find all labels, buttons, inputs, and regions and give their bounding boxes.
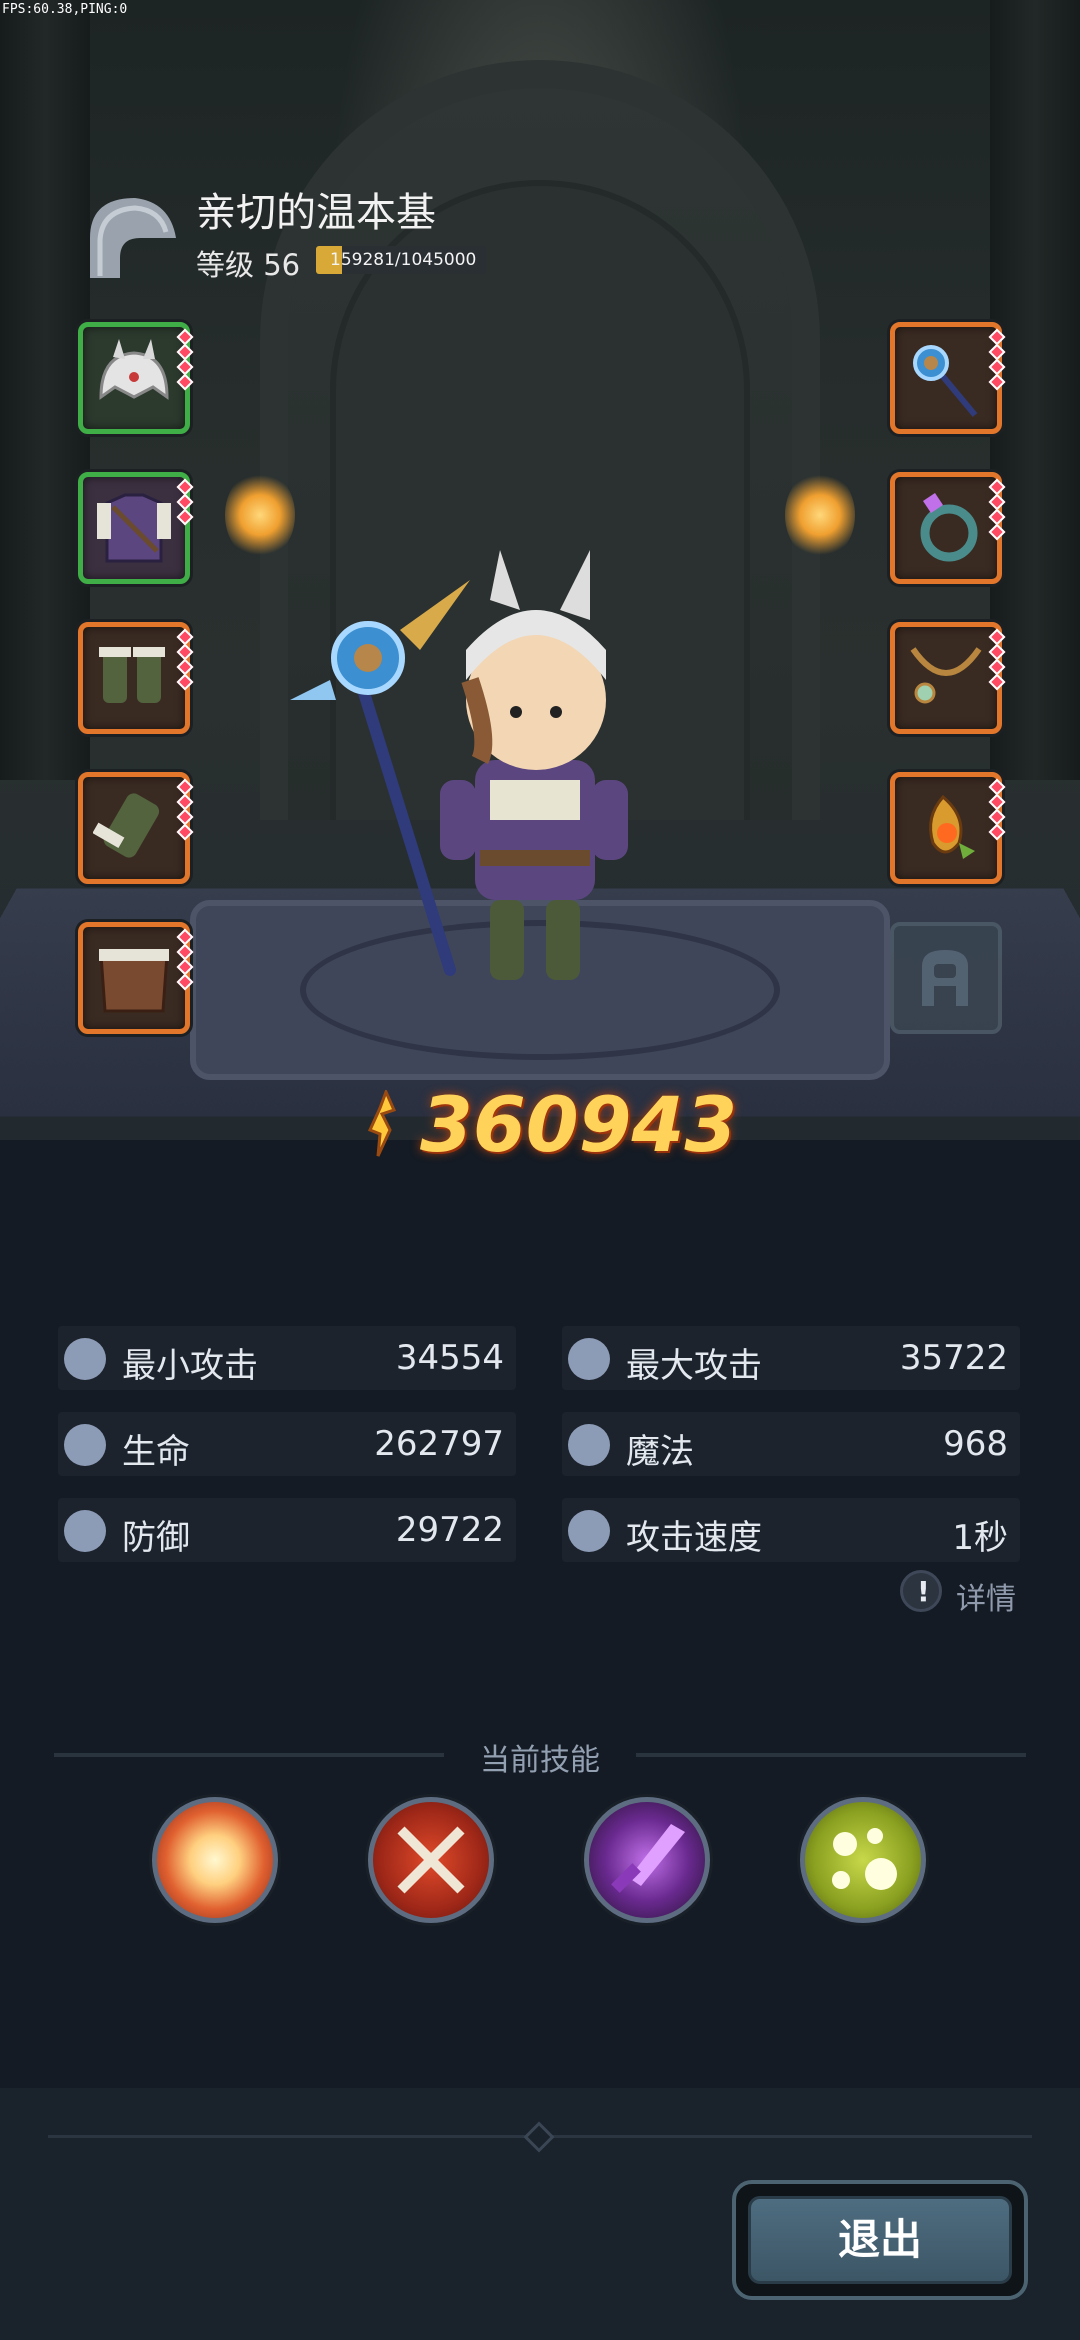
left-pillar bbox=[0, 0, 90, 780]
stat-value: 29722 bbox=[395, 1510, 504, 1550]
player-name: 亲切的温本基 bbox=[196, 190, 436, 236]
crossed-axes-icon bbox=[397, 1826, 465, 1894]
stat-attack-speed: 攻击速度 1秒 bbox=[562, 1498, 1020, 1562]
equip-slot-helmet[interactable] bbox=[78, 322, 194, 434]
enhance-gems bbox=[988, 328, 1006, 391]
magic-icon bbox=[568, 1424, 610, 1466]
staff-icon bbox=[913, 345, 978, 417]
shield-icon bbox=[64, 1510, 106, 1552]
ring-icon bbox=[920, 493, 978, 562]
enhance-gems bbox=[176, 328, 194, 391]
armor-icon bbox=[97, 493, 171, 563]
enhance-gems bbox=[176, 628, 194, 691]
combat-power-value: 360943 bbox=[420, 1080, 738, 1169]
exit-button[interactable]: 退出 bbox=[732, 2180, 1028, 2300]
player-level: 等级 56 bbox=[196, 248, 301, 282]
enhance-gems bbox=[176, 478, 194, 526]
gloves-icon bbox=[93, 793, 160, 858]
speed-icon bbox=[568, 1510, 610, 1552]
stat-value: 34554 bbox=[395, 1338, 504, 1378]
stat-min-attack: 最小攻击 34554 bbox=[58, 1326, 516, 1390]
torch-right-icon bbox=[785, 470, 855, 560]
helmet-class-icon bbox=[90, 198, 176, 278]
necklace-icon bbox=[910, 647, 982, 704]
enhance-gems bbox=[988, 778, 1006, 841]
equip-slot-necklace[interactable] bbox=[890, 622, 1006, 734]
stat-max-attack: 最大攻击 35722 bbox=[562, 1326, 1020, 1390]
details-button[interactable]: ! 详情 bbox=[900, 1570, 1020, 1617]
hero-character bbox=[290, 550, 628, 980]
details-label: 详情 bbox=[956, 1582, 1016, 1617]
equip-slot-armor[interactable] bbox=[78, 472, 194, 584]
explosion-skill-icon[interactable] bbox=[152, 1797, 278, 1923]
torch-left-icon bbox=[225, 470, 295, 560]
shadow-strike-skill-icon[interactable] bbox=[584, 1797, 710, 1923]
exclamation-icon: ! bbox=[900, 1570, 942, 1612]
power-icon bbox=[367, 1090, 397, 1157]
amulet-icon bbox=[929, 794, 975, 859]
enhance-gems bbox=[988, 478, 1006, 541]
stat-value: 262797 bbox=[374, 1424, 504, 1464]
equip-slot-amulet[interactable] bbox=[890, 772, 1006, 884]
combat-power: 360943 bbox=[360, 1080, 737, 1169]
equip-slot-ring[interactable] bbox=[890, 472, 1006, 584]
enhance-gems bbox=[176, 928, 194, 991]
stat-value: 35722 bbox=[899, 1338, 1008, 1378]
poison-bubbles-skill-icon[interactable] bbox=[800, 1797, 926, 1923]
skills-divider-left bbox=[54, 1753, 444, 1757]
equip-slot-belt[interactable] bbox=[78, 922, 194, 1034]
stat-label: 魔法 bbox=[626, 1432, 694, 1472]
equip-slot-costume[interactable] bbox=[890, 922, 1002, 1034]
stat-label: 攻击速度 bbox=[626, 1518, 762, 1558]
heart-icon bbox=[64, 1424, 106, 1466]
bubbles-icon bbox=[832, 1828, 897, 1890]
sword-icon bbox=[568, 1338, 610, 1380]
boots-icon bbox=[99, 647, 165, 703]
stat-value: 968 bbox=[943, 1424, 1008, 1464]
skills-divider-right bbox=[636, 1753, 1026, 1757]
dagger-icon bbox=[611, 1824, 685, 1893]
stat-defense: 防御 29722 bbox=[58, 1498, 516, 1562]
stat-hp: 生命 262797 bbox=[58, 1412, 516, 1476]
player-header: 亲切的温本基 等级 56 159281/1045000 bbox=[80, 180, 520, 290]
xp-bar: 159281/1045000 bbox=[316, 246, 486, 274]
crossed-axes-skill-icon[interactable] bbox=[368, 1797, 494, 1923]
stat-label: 防御 bbox=[122, 1518, 190, 1558]
equip-slot-gloves[interactable] bbox=[78, 772, 194, 884]
equip-slot-weapon[interactable] bbox=[890, 322, 1006, 434]
belt-icon bbox=[99, 949, 169, 1013]
stat-value: 1秒 bbox=[952, 1518, 1008, 1558]
stat-label: 最小攻击 bbox=[122, 1346, 258, 1386]
fps-counter: FPS:60.38,PING:0 bbox=[2, 2, 128, 17]
skills-title: 当前技能 bbox=[480, 1743, 600, 1778]
sword-icon bbox=[64, 1338, 106, 1380]
costume-slot-icon bbox=[922, 950, 968, 1006]
exit-button-label: 退出 bbox=[837, 2215, 922, 2264]
stat-mana: 魔法 968 bbox=[562, 1412, 1020, 1476]
stat-label: 最大攻击 bbox=[626, 1346, 762, 1386]
stat-label: 生命 bbox=[122, 1432, 190, 1472]
enhance-gems bbox=[176, 778, 194, 841]
xp-text: 159281/1045000 bbox=[330, 250, 477, 270]
helmet-icon bbox=[99, 339, 169, 400]
enhance-gems bbox=[988, 628, 1006, 691]
equip-slot-boots[interactable] bbox=[78, 622, 194, 734]
